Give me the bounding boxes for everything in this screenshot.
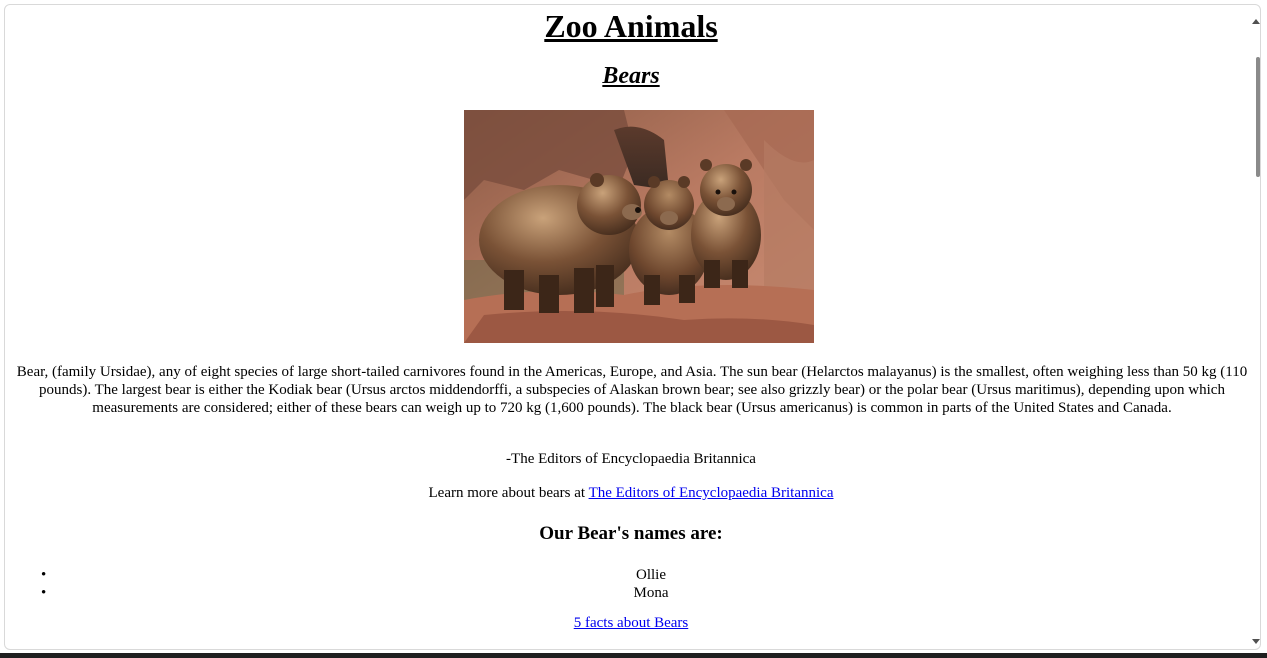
facts-line: 5 facts about Bears xyxy=(11,615,1251,632)
bear-names-list: • Ollie • Mona xyxy=(11,566,1251,602)
browser-viewport: Zoo Animals Bears Bear, (family Ursidae)… xyxy=(4,4,1261,650)
learn-more-prefix: Learn more about bears at xyxy=(428,485,589,501)
triangle-down-icon[interactable] xyxy=(1252,639,1260,644)
names-heading: Our Bear's names are: xyxy=(539,523,723,544)
vertical-scrollbar[interactable] xyxy=(1254,27,1260,639)
bear-name: Mona xyxy=(633,585,669,601)
page-title: Zoo Animals xyxy=(544,8,718,44)
page-subtitle: Bears xyxy=(602,63,660,89)
learn-more-line: Learn more about bears at The Editors of… xyxy=(11,485,1251,502)
list-item: • Ollie xyxy=(41,566,1251,584)
bullet-icon: • xyxy=(41,585,47,601)
facts-link[interactable]: 5 facts about Bears xyxy=(574,615,689,631)
taskbar-edge xyxy=(0,653,1267,658)
scrollbar-thumb[interactable] xyxy=(1256,57,1260,177)
bear-name: Ollie xyxy=(636,567,666,583)
bullet-icon: • xyxy=(41,567,47,583)
bears-photo xyxy=(464,110,814,343)
triangle-up-icon[interactable] xyxy=(1252,19,1260,24)
bear-description: Bear, (family Ursidae), any of eight spe… xyxy=(16,364,1248,416)
list-item: • Mona xyxy=(41,584,1251,602)
source-credit: -The Editors of Encyclopaedia Britannica xyxy=(506,451,756,467)
britannica-link[interactable]: The Editors of Encyclopaedia Britannica xyxy=(589,485,834,501)
